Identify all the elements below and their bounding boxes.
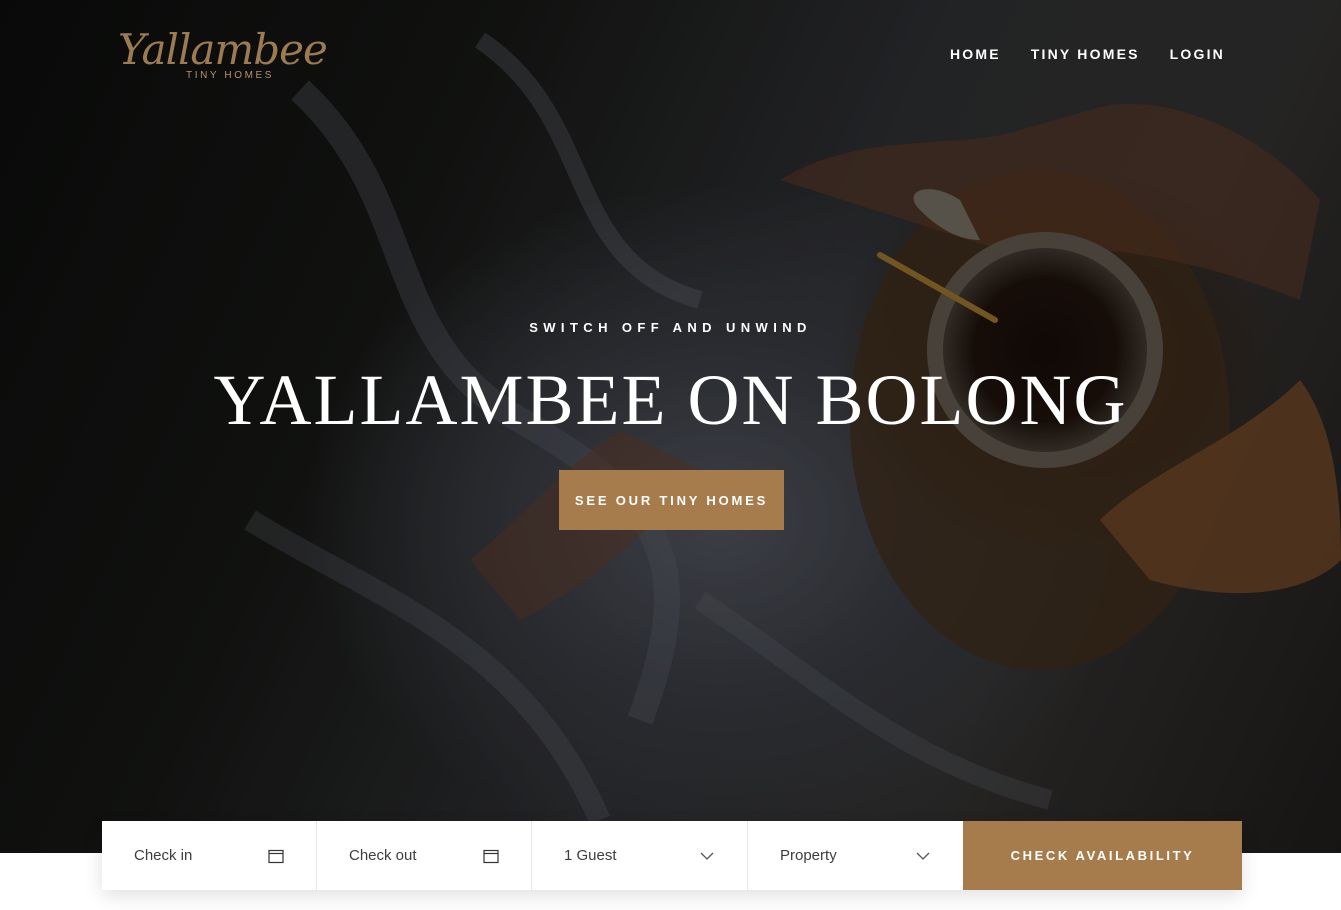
logo-subtitle: TINY HOMES [186,70,275,81]
hero-section: Yallambee TINY HOMES HOME TINY HOMES LOG… [0,0,1341,853]
property-value: Property [780,847,837,864]
brand-logo[interactable]: Yallambee TINY HOMES [118,24,328,86]
check-out-field[interactable]: Check out [317,821,532,890]
guests-select[interactable]: 1 Guest [532,821,748,890]
guests-value: 1 Guest [564,847,617,864]
see-tiny-homes-button[interactable]: SEE OUR TINY HOMES [559,470,784,530]
chevron-down-icon [916,852,930,860]
logo-script: Yallambee [118,25,328,74]
property-select[interactable]: Property [748,821,963,890]
check-out-label: Check out [349,847,417,864]
calendar-icon [268,849,284,864]
nav-home[interactable]: HOME [950,44,1001,64]
calendar-icon [483,849,499,864]
booking-bar: Check in Check out 1 Guest Property CHEC… [102,821,1242,890]
chevron-down-icon [700,852,714,860]
nav-tiny-homes[interactable]: TINY HOMES [1031,44,1140,64]
check-availability-button[interactable]: CHECK AVAILABILITY [963,821,1242,890]
hero-tagline: SWITCH OFF AND UNWIND [529,320,812,335]
main-nav: HOME TINY HOMES LOGIN [950,44,1225,64]
hero-title: YALLAMBEE ON BOLONG [213,360,1128,440]
check-in-label: Check in [134,847,193,864]
nav-login[interactable]: LOGIN [1170,44,1225,64]
check-in-field[interactable]: Check in [102,821,317,890]
